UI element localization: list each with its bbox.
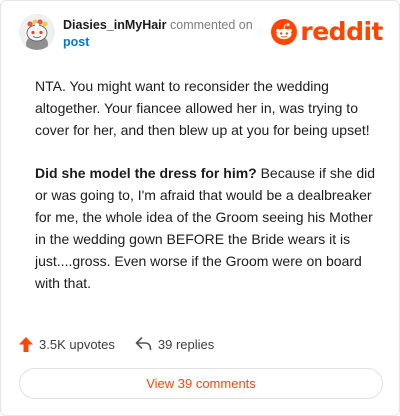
reply-stat[interactable]: 39 replies [135,337,214,352]
comment-card: Diasies_inMyHair commented on post reddi… [0,0,400,416]
snoo-avatar-icon [19,14,55,50]
commented-on-text: commented on [170,18,253,32]
comment-footer: 3.5K upvotes 39 replies [19,334,234,354]
reddit-brand: reddit [271,18,383,46]
paragraph-2-bold: Did she model the dress for him? [35,165,257,181]
view-comments-button[interactable]: View 39 comments [19,368,383,399]
reddit-wordmark: reddit [300,17,383,46]
comment-body: NTA. You might want to reconsider the we… [35,75,375,315]
username[interactable]: Diasies_inMyHair [63,18,167,32]
reply-icon[interactable] [135,337,152,351]
comment-meta: Diasies_inMyHair commented on post [63,17,253,51]
post-link[interactable]: post [63,34,253,51]
reddit-logo-icon [271,19,298,45]
comment-paragraph-2: Did she model the dress for him? Because… [35,162,375,294]
comment-header: Diasies_inMyHair commented on post reddi… [19,14,383,54]
upvote-stat[interactable]: 3.5K upvotes [19,336,115,352]
comment-paragraph-1: NTA. You might want to reconsider the we… [35,75,375,141]
reply-count: 39 replies [157,336,215,352]
upvote-arrow-icon[interactable] [19,336,33,352]
avatar[interactable] [19,14,55,50]
paragraph-1-text: NTA. You might want to reconsider the we… [35,78,370,138]
paragraph-2-text: Because if she did or was going to, I'm … [35,165,375,291]
upvote-count: 3.5K upvotes [39,336,115,352]
